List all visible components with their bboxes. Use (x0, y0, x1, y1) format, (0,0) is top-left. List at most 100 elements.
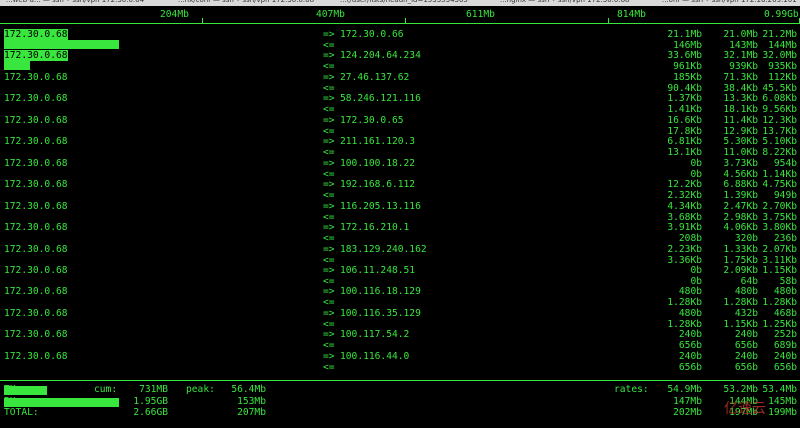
rx-rate: 3.11Kb (762, 254, 797, 266)
terminal-tab[interactable]: ...onf — ssh • ssh/vpn 172.16.209.101 (662, 0, 797, 4)
scale-line (0, 23, 800, 24)
host-row[interactable]: 172.30.0.68 => 211.161.120.3 <= 6.81Kb 13.1Kb… (0, 136, 800, 159)
tx-rate: 2.70Kb (762, 200, 797, 212)
host-row[interactable]: 172.30.0.68 => 124.204.64.234 <= 33.6Mb 961Kb… (0, 50, 800, 72)
tx-rate: 0b (690, 264, 702, 276)
host-row[interactable]: 172.30.0.68 => 100.116.35.129 <= 480b 1.28Kb 4… (0, 307, 800, 330)
watermark-logo: 亿速云 (724, 401, 766, 417)
rates-label: rates: (614, 384, 649, 395)
scale-label: 407Mb (316, 9, 345, 20)
inbound-arrow: <= (323, 125, 335, 137)
rx-rate: 1.28Kb (667, 297, 702, 309)
rx-rate: 1.41Kb (667, 104, 702, 116)
host-row[interactable]: 172.30.0.68 => 100.116.44.0 <= 240b 656b 240b 6… (0, 350, 800, 373)
terminal-tab[interactable]: ...nginx — ssh • ssh/vpn 172.30.0.68 (500, 0, 629, 4)
total-label: TOTAL: (4, 407, 39, 418)
tx-rate: 240b (678, 329, 702, 341)
total-rate-value: 199Mb (768, 407, 797, 418)
outbound-arrow: => (323, 136, 335, 148)
inbound-arrow: <= (323, 147, 335, 159)
outbound-arrow: => (323, 50, 335, 62)
outbound-arrow: => (323, 264, 335, 276)
host-row[interactable]: 172.30.0.68 => 58.246.121.116 <= 1.37Kb 1.41K… (0, 93, 800, 116)
source-host: 172.30.0.68 (4, 179, 68, 191)
scale-tick (405, 18, 406, 24)
scale-label: 814Mb (617, 9, 646, 20)
tx-rate: 954b (773, 157, 797, 169)
traffic-bar (4, 40, 119, 49)
tx-rate: 21.1Mb (667, 29, 702, 40)
tx-rate: 252b (773, 329, 797, 341)
outbound-arrow: => (323, 93, 335, 105)
host-row[interactable]: 172.30.0.68 => 172.16.210.1 <= 3.91Kb 208b 4.0… (0, 222, 800, 245)
tx-rate: 12.3Kb (762, 114, 797, 126)
tx-rate-value: 54.9Mb (667, 384, 702, 395)
rx-rate: 144Mb (768, 40, 797, 51)
destination-host: 100.116.44.0 (340, 350, 410, 362)
destination-host: 172.30.0.66 (340, 29, 404, 40)
source-host: 172.30.0.68 (4, 71, 68, 83)
destination-host: 106.11.248.51 (340, 264, 416, 276)
rx-rate: 656b (773, 361, 797, 373)
tx-rate: 6.81Kb (667, 136, 702, 148)
rx-rate: 9.56Kb (762, 104, 797, 116)
host-row[interactable]: 172.30.0.68 => 106.11.248.51 <= 0b 0b 2.09Kb 64… (0, 264, 800, 287)
rx-rate: 3.75Kb (762, 211, 797, 223)
rx-rate: 45.5Kb (762, 82, 797, 94)
inbound-arrow: <= (323, 82, 335, 94)
rx-rate: 1.28Kb (762, 297, 797, 309)
source-host: 172.30.0.68 (4, 264, 68, 276)
rx-rate: 949b (773, 190, 797, 202)
host-row[interactable]: 172.30.0.68 => 27.46.137.62 <= 185Kb 90.4Kb 71… (0, 71, 800, 94)
rx-rate-value: 145Mb (768, 396, 797, 407)
rx-rate: 13.7Kb (762, 125, 797, 137)
inbound-arrow: <= (323, 104, 335, 116)
rx-cum-value: 1.95GB (133, 396, 168, 407)
terminal-tab[interactable]: ...nx/conf — ssh • ssh/vpn 172.30.0.68 (178, 0, 314, 4)
tx-rate: 1.15Kb (762, 264, 797, 276)
peak-label: peak: (186, 384, 215, 395)
rx-rate: 689b (773, 340, 797, 352)
destination-host: 124.204.64.234 (340, 50, 421, 62)
tx-rate: 32.0Mb (762, 50, 797, 62)
source-host: 172.30.0.68 (4, 136, 68, 148)
host-row[interactable]: 172.30.0.68 => 192.168.6.112 <= 12.2Kb 2.32Kb… (0, 179, 800, 202)
rx-rate: 8.22Kb (762, 147, 797, 159)
tx-rate: 4.34Kb (667, 200, 702, 212)
rx-rate: 146Mb (673, 40, 702, 51)
destination-host: 100.117.54.2 (340, 329, 410, 341)
tx-rate: 3.91Kb (667, 222, 702, 234)
tx-rate: 240b (773, 350, 797, 362)
total-cum-value: 2.66GB (133, 407, 168, 418)
source-host: 172.30.0.68 (4, 329, 68, 341)
rx-rate: 2.32Kb (667, 190, 702, 202)
rx-label: RX: (4, 396, 22, 407)
terminal-tab[interactable]: ...(/user/lists/headn_id=1533534305 (340, 0, 468, 4)
host-row[interactable]: 172.30.0.68 => 172.30.0.65 <= 16.6Kb 17.8Kb 11… (0, 114, 800, 137)
outbound-arrow: => (323, 286, 335, 298)
tx-rate-value: 53.4Mb (762, 384, 797, 395)
host-row[interactable]: 172.30.0.68 => 183.129.240.162 <= 2.23Kb 3.36… (0, 243, 800, 266)
outbound-arrow: => (323, 243, 335, 255)
rx-rate: 0b (690, 168, 702, 180)
outbound-arrow: => (323, 350, 335, 362)
source-host: 172.30.0.68 (4, 286, 68, 298)
host-row[interactable]: 172.30.0.68 => 100.116.18.129 <= 480b 1.28Kb 4… (0, 286, 800, 309)
rx-summary-row: RX: 1.95GB 153Mb 147Mb 144Mb 145Mb (0, 397, 800, 407)
tx-rate: 480b (678, 286, 702, 298)
tx-summary-row: TX: cum: peak: rates: 731MB 56.4Mb 54.9Mb 53.2M… (0, 385, 800, 395)
tx-rate-value: 53.2Mb (723, 384, 758, 395)
host-row[interactable]: 172.30.0.68 => 100.117.54.2 <= 240b 656b 240b 6… (0, 329, 800, 352)
host-row[interactable]: 172.30.0.68 => 172.30.0.66 <= 21.1Mb 146Mb 21.… (0, 29, 800, 51)
rx-rate: 3.68Kb (667, 211, 702, 223)
scale-label: 204Mb (160, 9, 189, 20)
outbound-arrow: => (323, 307, 335, 319)
rx-rate: 58b (779, 275, 797, 287)
terminal-tab[interactable]: ...web-a... — ssh • ssh/vpn 172.30.0.64 (6, 0, 144, 4)
host-row[interactable]: 172.30.0.68 => 100.100.18.22 <= 0b 0b 3.73Kb 4.… (0, 157, 800, 180)
host-row[interactable]: 172.30.0.68 => 116.205.13.116 <= 4.34Kb 3.68K… (0, 200, 800, 223)
total-rate-value: 202Mb (673, 407, 702, 418)
rx-rate: 656b (678, 340, 702, 352)
destination-host: 211.161.120.3 (340, 136, 416, 148)
inbound-arrow: <= (323, 233, 335, 245)
